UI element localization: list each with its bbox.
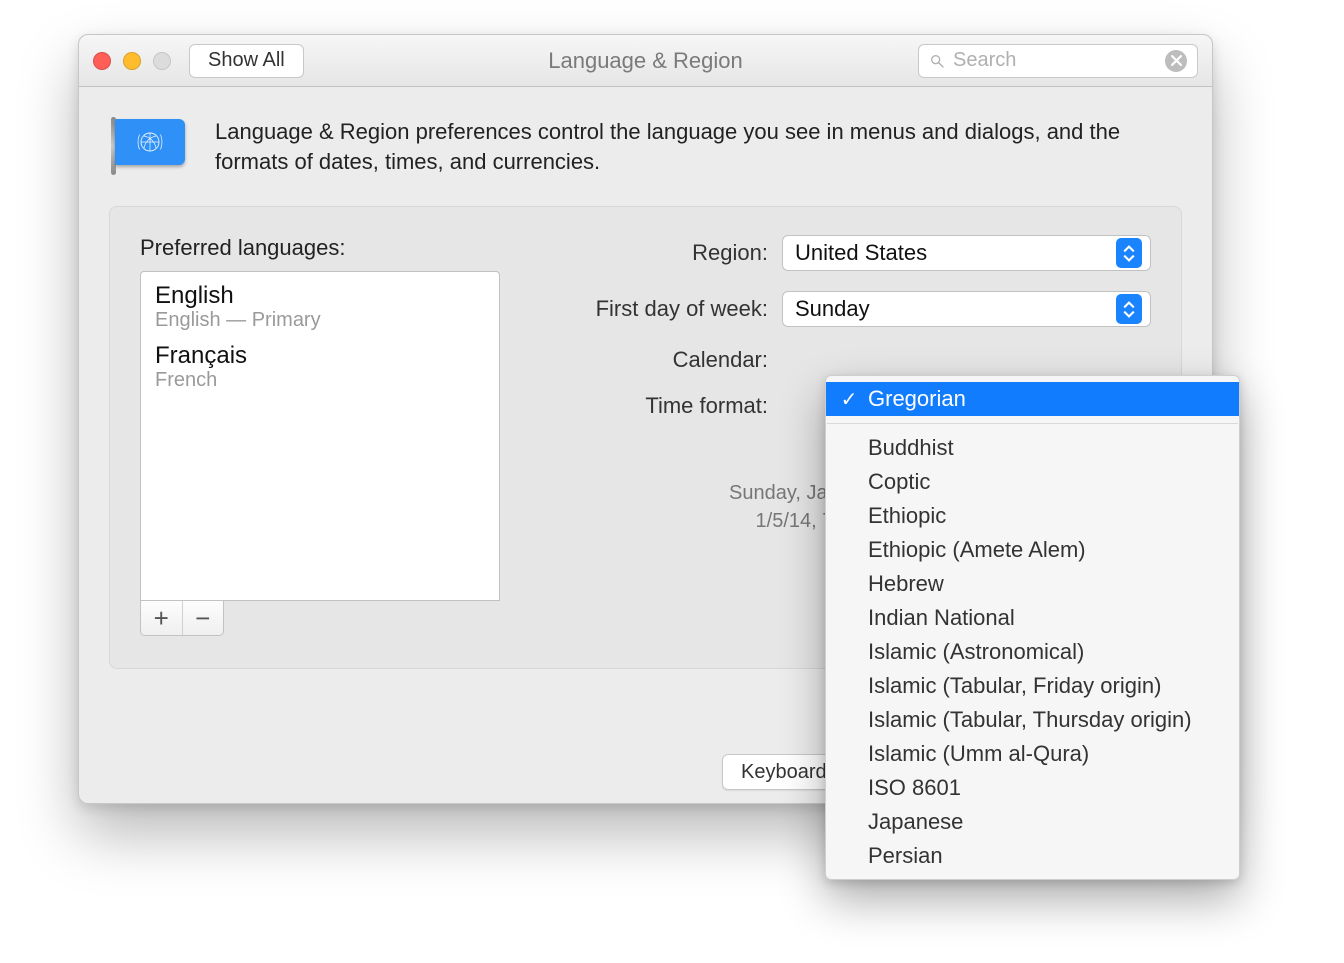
description-row: Language & Region preferences control th… [109, 117, 1182, 176]
chevron-updown-icon [1116, 294, 1142, 324]
menu-item[interactable]: Ethiopic [826, 499, 1239, 533]
menu-item-label: Islamic (Umm al-Qura) [868, 741, 1089, 767]
menu-item[interactable]: Islamic (Tabular, Thursday origin) [826, 703, 1239, 737]
list-item[interactable]: Français French [141, 340, 499, 400]
menu-item-label: Coptic [868, 469, 930, 495]
language-subtitle: French [155, 369, 485, 392]
menu-item[interactable]: Islamic (Astronomical) [826, 635, 1239, 669]
menu-item-label: Gregorian [868, 386, 966, 412]
plus-icon: + [154, 603, 169, 634]
time-format-label: Time format: [528, 393, 768, 419]
menu-item-label: Hebrew [868, 571, 944, 597]
titlebar: Show All Language & Region Search [79, 35, 1212, 87]
calendar-dropdown-menu[interactable]: ✓ Gregorian Buddhist Coptic Ethiopic Eth… [825, 375, 1240, 880]
traffic-lights [93, 52, 171, 70]
first-day-value: Sunday [795, 296, 870, 322]
menu-item[interactable]: Islamic (Tabular, Friday origin) [826, 669, 1239, 703]
menu-item-label: Islamic (Astronomical) [868, 639, 1084, 665]
search-icon [929, 53, 945, 69]
menu-item-label: Ethiopic [868, 503, 946, 529]
show-all-label: Show All [208, 49, 285, 72]
menu-item[interactable]: Hebrew [826, 567, 1239, 601]
menu-item-label: Japanese [868, 809, 963, 835]
menu-item[interactable]: Islamic (Umm al-Qura) [826, 737, 1239, 771]
description-text: Language & Region preferences control th… [215, 117, 1182, 176]
menu-item[interactable]: Persian [826, 839, 1239, 873]
menu-separator [827, 423, 1238, 424]
menu-item[interactable]: Japanese [826, 805, 1239, 839]
chevron-updown-icon [1116, 238, 1142, 268]
language-name: English [155, 282, 485, 310]
menu-item[interactable]: Coptic [826, 465, 1239, 499]
menu-item-label: Persian [868, 843, 943, 869]
search-input[interactable]: Search [918, 44, 1198, 78]
close-icon[interactable] [93, 52, 111, 70]
zoom-icon [153, 52, 171, 70]
list-item[interactable]: English English — Primary [141, 280, 499, 340]
first-day-label: First day of week: [528, 296, 768, 322]
menu-item[interactable]: ISO 8601 [826, 771, 1239, 805]
minimize-icon[interactable] [123, 52, 141, 70]
calendar-label: Calendar: [528, 347, 768, 373]
preferred-languages-label: Preferred languages: [140, 235, 500, 261]
menu-item-label: Islamic (Tabular, Friday origin) [868, 673, 1161, 699]
clear-search-icon[interactable] [1165, 50, 1187, 72]
language-list[interactable]: English English — Primary Français Frenc… [140, 271, 500, 601]
menu-item[interactable]: Indian National [826, 601, 1239, 635]
region-value: United States [795, 240, 927, 266]
menu-item-label: Islamic (Tabular, Thursday origin) [868, 707, 1192, 733]
first-day-popup[interactable]: Sunday [782, 291, 1151, 327]
add-language-button[interactable]: + [141, 601, 182, 635]
language-subtitle: English — Primary [155, 309, 485, 332]
menu-item-label: Buddhist [868, 435, 954, 461]
minus-icon: − [195, 603, 210, 634]
menu-item-label: ISO 8601 [868, 775, 961, 801]
language-name: Français [155, 342, 485, 370]
menu-item[interactable]: Buddhist [826, 431, 1239, 465]
region-popup[interactable]: United States [782, 235, 1151, 271]
checkmark-icon: ✓ [838, 387, 860, 412]
remove-language-button[interactable]: − [182, 601, 224, 635]
region-flag-icon [109, 119, 187, 175]
search-placeholder: Search [953, 49, 1016, 72]
preferred-languages-section: Preferred languages: English English — P… [140, 235, 500, 636]
menu-item[interactable]: Ethiopic (Amete Alem) [826, 533, 1239, 567]
menu-item-label: Indian National [868, 605, 1015, 631]
add-remove-toolbar: + − [140, 600, 224, 636]
menu-item-label: Ethiopic (Amete Alem) [868, 537, 1086, 563]
region-label: Region: [528, 240, 768, 266]
menu-item-selected[interactable]: ✓ Gregorian [826, 382, 1239, 416]
show-all-button[interactable]: Show All [189, 44, 304, 78]
